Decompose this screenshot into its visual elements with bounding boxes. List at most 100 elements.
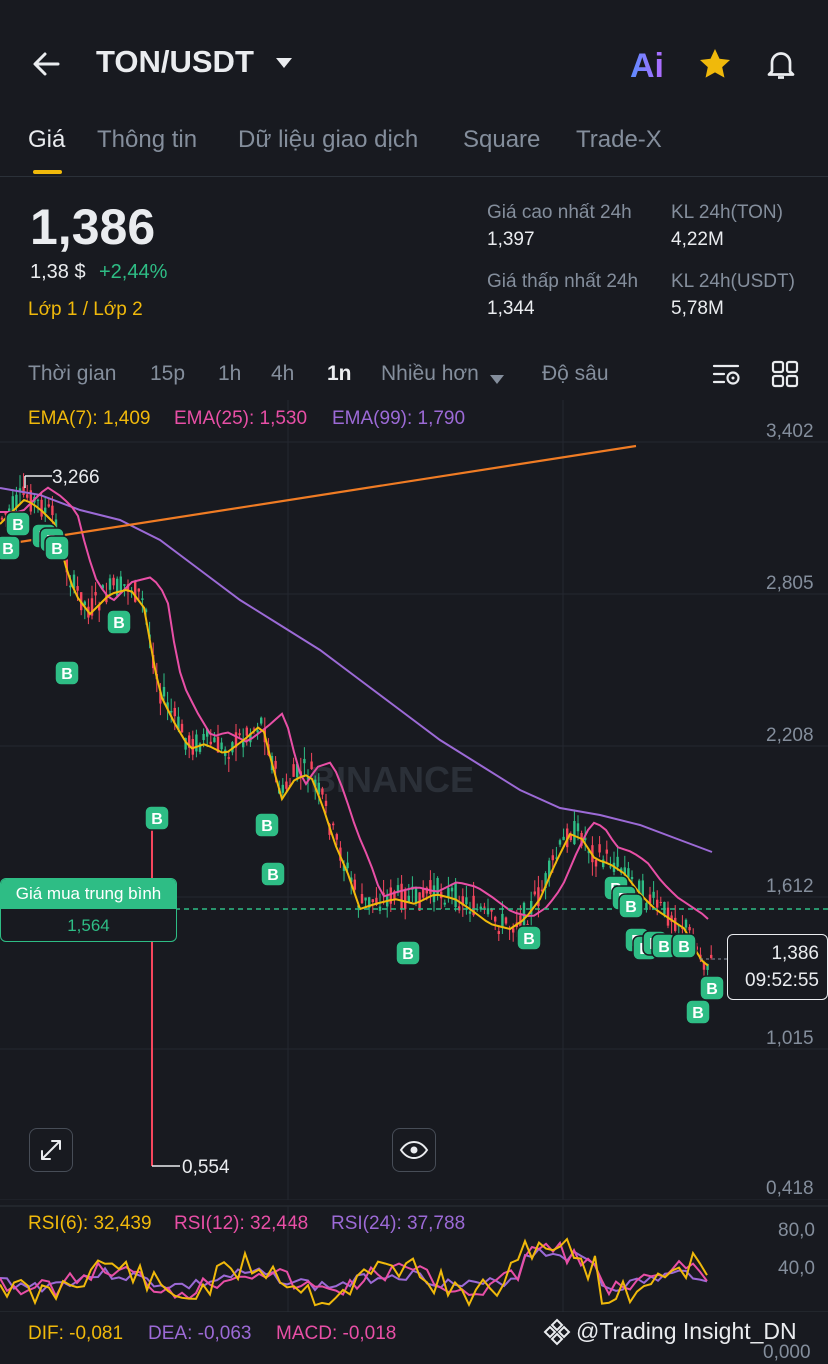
candle-body [404, 890, 407, 910]
tf-depth[interactable]: Độ sâu [542, 362, 609, 386]
candle-body [512, 928, 515, 933]
candle-body [213, 737, 216, 743]
price-change: +2,44% [99, 261, 168, 283]
tf-time[interactable]: Thời gian [28, 362, 116, 386]
layout-grid-icon[interactable] [771, 360, 799, 393]
candle-body [598, 844, 601, 853]
candle-body [422, 888, 425, 898]
candle-body [497, 931, 500, 935]
candle-countdown: 09:52:55 [745, 970, 819, 991]
svg-text:B: B [2, 541, 14, 558]
vol-usdt-label: KL 24h(USDT) [671, 271, 795, 292]
buy-marker: B [0, 535, 21, 561]
tf-4h[interactable]: 4h [271, 362, 294, 386]
candle-body [173, 707, 176, 717]
candle-body [202, 733, 205, 741]
candle-body [407, 895, 410, 902]
candle-body [609, 866, 612, 868]
candle-body [141, 598, 144, 600]
svg-text:Ai: Ai [630, 47, 664, 82]
ema25-legend: EMA(25): 1,530 [174, 408, 308, 429]
buy-marker: B [44, 535, 70, 561]
more-caret-icon[interactable] [490, 371, 504, 389]
candle-body [360, 894, 364, 904]
candle-body [108, 578, 112, 590]
candle-body [429, 880, 432, 894]
candle-body [335, 834, 338, 840]
candle-body [69, 585, 72, 588]
candle-body [123, 584, 126, 586]
candle-body [227, 757, 230, 759]
bell-icon[interactable] [763, 46, 799, 87]
candlestick-chart[interactable]: BINANCE 3,266 0,554 BBBBBBBBBBBBBBBBBBBB… [0, 400, 828, 1200]
buy-marker: B [618, 893, 644, 919]
svg-text:B: B [706, 981, 718, 998]
tf-1h[interactable]: 1h [218, 362, 241, 386]
buy-marker: B [699, 975, 725, 1001]
tab-info[interactable]: Thông tin [97, 126, 197, 154]
tf-1d[interactable]: 1n [327, 362, 352, 386]
caret-down-icon[interactable] [275, 56, 293, 74]
rsi-panel [0, 1205, 828, 1312]
candle-body [364, 897, 367, 901]
candle-body [494, 916, 497, 922]
current-price-value: 1,386 [771, 943, 819, 964]
svg-text:B: B [692, 1005, 704, 1022]
macd-value-legend: MACD: -0,018 [276, 1323, 397, 1344]
tab-bar: Giá Thông tin Dữ liệu giao dịch Square T… [0, 120, 828, 177]
buy-marker: B [5, 511, 31, 537]
buy-marker: B [671, 933, 697, 959]
candle-body [170, 710, 173, 713]
y-tick-5: 1,015 [766, 1028, 814, 1049]
eye-icon [399, 1140, 429, 1160]
ai-icon[interactable]: Ai [630, 46, 670, 87]
candle-body [483, 906, 486, 908]
candle-body [656, 899, 659, 908]
candle-body [652, 891, 655, 898]
candle-body [238, 733, 241, 736]
svg-text:B: B [51, 541, 63, 558]
candle-body [321, 788, 324, 795]
back-button[interactable] [28, 46, 64, 82]
tab-trade-x[interactable]: Trade-X [576, 126, 662, 154]
candle-body [468, 911, 472, 914]
candle-body [594, 859, 598, 867]
fullscreen-button[interactable] [29, 1128, 73, 1172]
visibility-button[interactable] [392, 1128, 436, 1172]
back-arrow-icon [33, 52, 60, 76]
candle-body [310, 761, 313, 770]
candle-body [630, 876, 634, 880]
candle-body [76, 586, 79, 591]
vol-usdt-value: 5,78M [671, 298, 724, 319]
indicator-settings-icon[interactable] [711, 360, 743, 395]
candle-body [346, 862, 349, 869]
favorite-star-icon[interactable] [697, 46, 733, 87]
layer-tag[interactable]: Lớp 1 / Lớp 2 [28, 299, 143, 321]
candle-body [526, 923, 529, 925]
vol-ton-value: 4,22M [671, 229, 724, 250]
expand-icon [41, 1140, 61, 1160]
candle-body [504, 917, 508, 924]
tab-price[interactable]: Giá [28, 126, 65, 154]
candle-body [324, 800, 328, 806]
candle-body [40, 499, 43, 517]
pair-title[interactable]: TON/USDT [96, 44, 254, 80]
tab-square[interactable]: Square [463, 126, 540, 154]
low-24h-value: 1,344 [487, 298, 535, 319]
candle-body [245, 727, 248, 736]
svg-text:B: B [151, 811, 163, 828]
y-tick-2: 2,805 [766, 573, 814, 594]
tab-trading-data[interactable]: Dữ liệu giao dịch [238, 126, 418, 154]
avg-buy-price-box[interactable]: Giá mua trung bình 1,564 [0, 878, 177, 942]
candle-body [274, 760, 277, 769]
svg-text:B: B [261, 818, 273, 835]
ema7-legend: EMA(7): 1,409 [28, 408, 151, 429]
candle-body [688, 927, 691, 931]
svg-text:B: B [12, 517, 24, 534]
candle-body [51, 505, 54, 516]
buy-marker: B [106, 609, 132, 635]
candle-body [281, 784, 284, 793]
candle-body [112, 577, 115, 586]
tf-15m[interactable]: 15p [150, 362, 185, 386]
tf-more[interactable]: Nhiều hơn [381, 362, 479, 386]
